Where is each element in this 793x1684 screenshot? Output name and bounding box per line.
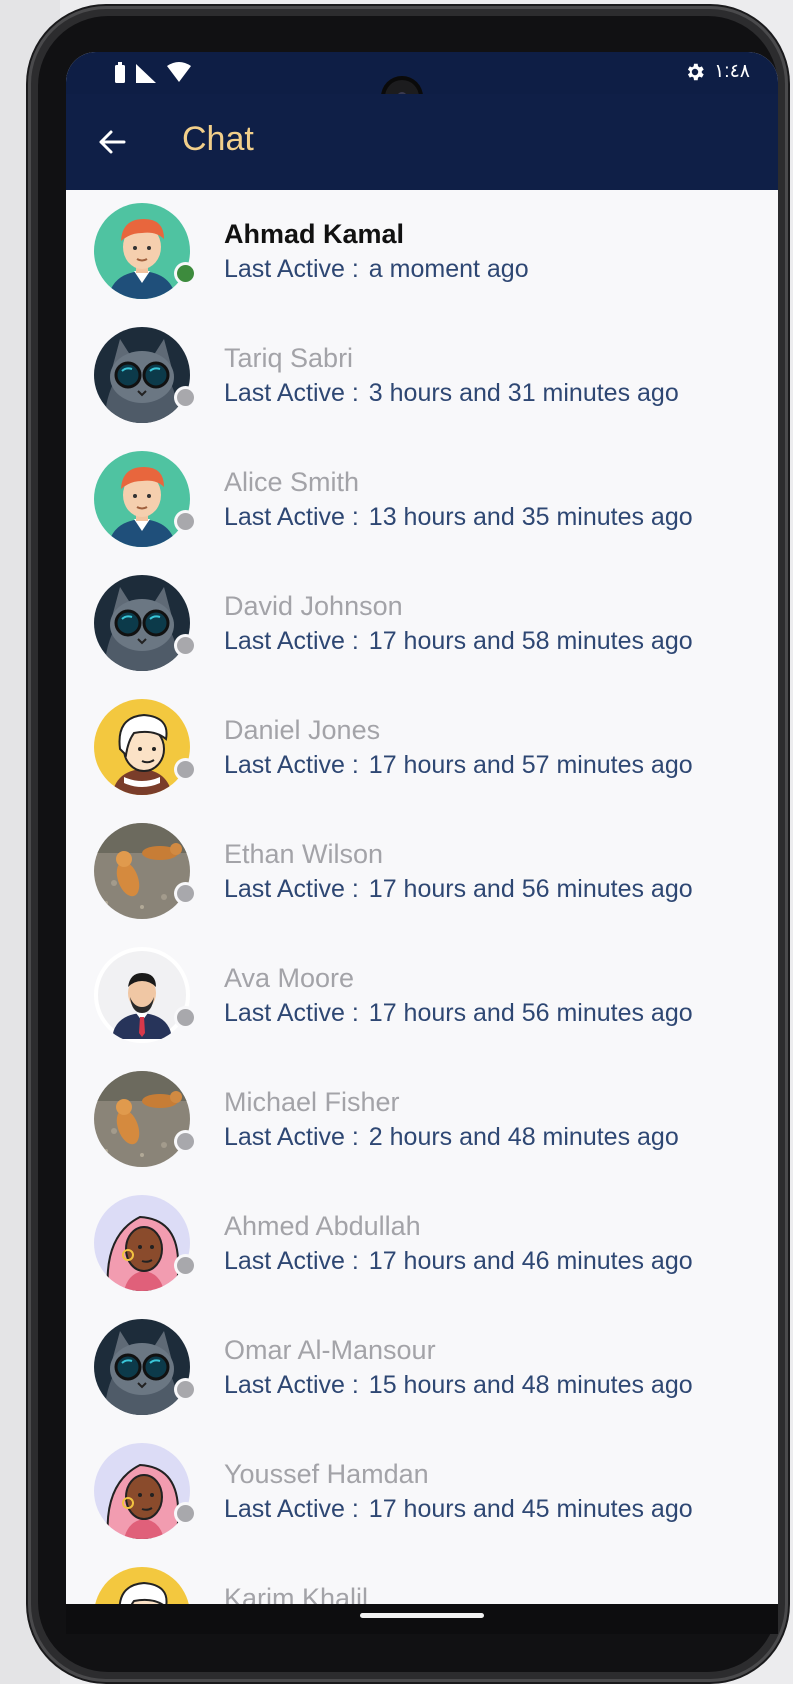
last-active-label: Last Active : [224, 1123, 359, 1151]
contact-row[interactable]: Youssef Hamdan Last Active : 17 hours and … [66, 1430, 778, 1554]
online-status-dot [177, 265, 194, 282]
avatar [94, 1567, 190, 1604]
last-active-text: Last Active : 17 hours and 58 minutes ago [224, 627, 693, 656]
settings-gear-icon [688, 63, 704, 80]
avatar [94, 1443, 190, 1539]
contact-name: Daniel Jones [224, 715, 381, 745]
phone-screen: ١:٤٨ Chat Ahmad Kamal Last Active : a mome… [66, 52, 778, 1604]
offline-status-dot [177, 1009, 194, 1026]
back-arrow-icon[interactable] [96, 126, 128, 158]
avatar [94, 699, 190, 795]
avatar [94, 575, 190, 671]
last-active-text: Last Active : a moment ago [224, 255, 529, 284]
contact-name: Karim Khalil [224, 1583, 369, 1604]
contact-name: Ava Moore [224, 963, 355, 993]
last-active-label: Last Active : [224, 627, 359, 655]
last-active-label: Last Active : [224, 751, 359, 779]
last-active-value: 17 hours and 46 minutes ago [368, 1247, 693, 1275]
last-active-text: Last Active : 17 hours and 56 minutes ago [224, 999, 693, 1028]
last-active-value: 17 hours and 56 minutes ago [368, 999, 693, 1027]
offline-status-dot [177, 885, 194, 902]
offline-status-dot [177, 389, 194, 406]
last-active-value: 3 hours and 31 minutes ago [368, 379, 679, 407]
app-bar: Chat [66, 94, 778, 190]
offline-status-dot [177, 1505, 194, 1522]
offline-status-dot [177, 637, 194, 654]
last-active-value: 2 hours and 48 minutes ago [368, 1123, 679, 1151]
contact-name: Youssef Hamdan [224, 1459, 429, 1489]
last-active-label: Last Active : [224, 1495, 359, 1523]
avatar [94, 823, 190, 919]
last-active-value: 17 hours and 57 minutes ago [368, 751, 693, 779]
last-active-label: Last Active : [224, 999, 359, 1027]
page-title: Chat [182, 120, 254, 158]
status-icons [114, 62, 192, 84]
offline-status-dot [177, 1257, 194, 1274]
last-active-text: Last Active : 17 hours and 46 minutes ago [224, 1247, 693, 1276]
offline-status-dot [177, 513, 194, 530]
last-active-text: Last Active : 17 hours and 57 minutes ago [224, 751, 693, 780]
signal-icon [136, 64, 156, 83]
contact-name: Ethan Wilson [224, 839, 384, 869]
contact-row[interactable]: David Johnson Last Active : 17 hours and 5… [66, 562, 778, 686]
last-active-text: Last Active : 17 hours and 45 minutes ago [224, 1495, 693, 1524]
contact-row[interactable]: Karim Khalil [66, 1554, 778, 1604]
contact-row[interactable]: Ahmed Abdullah Last Active : 17 hours and … [66, 1182, 778, 1306]
avatar [94, 1195, 190, 1291]
contact-name: Tariq Sabri [224, 343, 354, 373]
contact-row[interactable]: Tariq Sabri Last Active : 3 hours and 31 m… [66, 314, 778, 438]
last-active-value: 17 hours and 45 minutes ago [368, 1495, 693, 1523]
home-indicator[interactable] [360, 1613, 484, 1618]
contact-row[interactable]: Omar Al-Mansour Last Active : 15 hours and… [66, 1306, 778, 1430]
avatar [94, 451, 190, 547]
avatar [94, 1071, 190, 1167]
last-active-value: 15 hours and 48 minutes ago [368, 1371, 693, 1399]
last-active-value: 17 hours and 56 minutes ago [368, 875, 693, 903]
avatar [94, 327, 190, 423]
contact-row[interactable]: Daniel Jones Last Active : 17 hours and 57… [66, 686, 778, 810]
last-active-text: Last Active : 2 hours and 48 minutes ago [224, 1123, 679, 1152]
last-active-text: Last Active : 3 hours and 31 minutes ago [224, 379, 679, 408]
last-active-label: Last Active : [224, 255, 359, 283]
last-active-label: Last Active : [224, 503, 359, 531]
contact-name: Michael Fisher [224, 1087, 400, 1117]
battery-icon [115, 62, 125, 83]
last-active-text: Last Active : 13 hours and 35 minutes ago [224, 503, 693, 532]
contact-row[interactable]: Michael Fisher Last Active : 2 hours and 4… [66, 1058, 778, 1182]
offline-status-dot [177, 1133, 194, 1150]
contact-row[interactable]: Ava Moore Last Active : 17 hours and 56 mi… [66, 934, 778, 1058]
last-active-value: 17 hours and 58 minutes ago [368, 627, 693, 655]
contact-name: David Johnson [224, 591, 403, 621]
contact-name: Alice Smith [224, 467, 360, 497]
contact-list: Ahmad Kamal Last Active : a moment ago Tar… [66, 190, 778, 1604]
last-active-value: a moment ago [368, 255, 529, 283]
wifi-icon [167, 62, 191, 82]
last-active-label: Last Active : [224, 1371, 359, 1399]
avatar [94, 203, 190, 299]
navigation-bar [66, 1604, 778, 1634]
avatar [94, 1319, 190, 1415]
contact-name: Ahmad Kamal [224, 219, 405, 249]
status-time: ١:٤٨ [714, 61, 750, 82]
last-active-text: Last Active : 15 hours and 48 minutes ago [224, 1371, 693, 1400]
contact-row[interactable]: Alice Smith Last Active : 13 hours and 35 … [66, 438, 778, 562]
contact-row[interactable]: Ethan Wilson Last Active : 17 hours and 56… [66, 810, 778, 934]
last-active-label: Last Active : [224, 875, 359, 903]
offline-status-dot [177, 761, 194, 778]
contact-name: Omar Al-Mansour [224, 1335, 436, 1365]
last-active-text: Last Active : 17 hours and 56 minutes ago [224, 875, 693, 904]
last-active-label: Last Active : [224, 1247, 359, 1275]
last-active-label: Last Active : [224, 379, 359, 407]
contact-name: Ahmed Abdullah [224, 1211, 421, 1241]
last-active-value: 13 hours and 35 minutes ago [368, 503, 693, 531]
offline-status-dot [177, 1381, 194, 1398]
contact-row[interactable]: Ahmad Kamal Last Active : a moment ago [66, 190, 778, 314]
status-bar: ١:٤٨ [66, 52, 778, 94]
avatar [94, 947, 190, 1043]
